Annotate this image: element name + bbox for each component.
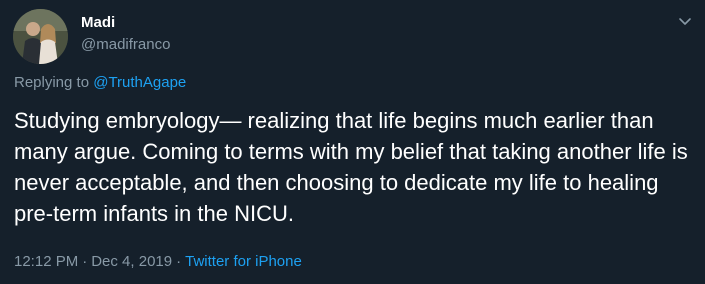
avatar-image bbox=[13, 9, 68, 64]
reply-mention-link[interactable]: @TruthAgape bbox=[93, 74, 186, 91]
tweet-text: Studying embryology— realizing that life… bbox=[14, 108, 688, 226]
meta-separator: · bbox=[82, 253, 88, 270]
tweet-time[interactable]: 12:12 PM bbox=[14, 253, 78, 270]
replying-prefix: Replying to bbox=[14, 74, 90, 91]
author-handle[interactable]: @madifranco bbox=[81, 36, 170, 53]
replying-to: Replying to @TruthAgape bbox=[14, 74, 186, 91]
tweet-date[interactable]: Dec 4, 2019 bbox=[91, 253, 172, 270]
tweet-card: Madi @madifranco Replying to @TruthAgape… bbox=[0, 0, 705, 284]
tweet-metadata: 12:12 PM · Dec 4, 2019 · Twitter for iPhone bbox=[14, 253, 302, 270]
avatar[interactable] bbox=[13, 9, 68, 64]
author-name[interactable]: Madi bbox=[81, 14, 115, 31]
tweet-source-link[interactable]: Twitter for iPhone bbox=[185, 253, 302, 270]
meta-separator-2: · bbox=[176, 253, 182, 270]
chevron-down-icon[interactable] bbox=[676, 12, 694, 30]
